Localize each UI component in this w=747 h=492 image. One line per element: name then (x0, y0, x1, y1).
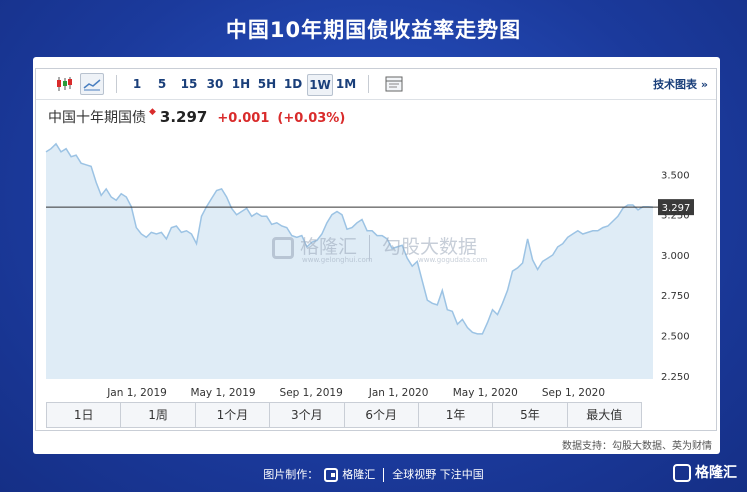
watermark-partner: 勾股大数据 (382, 236, 478, 258)
footer-slogan: 全球视野 下注中国 (392, 468, 484, 481)
chart-card: 1 5 15 30 1H 5H 1D 1W 1M 技术图表 » 中国十年期国债 ◆… (33, 57, 720, 454)
data-source: 数据支持：勾股大数据、英为财情 (562, 441, 712, 452)
y-tick-label: 3.250 (661, 211, 690, 222)
footer-made-by: 图片制作： (263, 468, 319, 481)
footer-logo-icon (324, 468, 339, 482)
y-tick-label: 2.500 (661, 332, 690, 343)
x-tick-label: Sep 1, 2019 (280, 387, 343, 399)
range-3m[interactable]: 3个月 (270, 403, 345, 427)
range-selector: 1日 1周 1个月 3个月 6个月 1年 5年 最大值 (46, 402, 642, 428)
y-tick-label: 2.250 (661, 372, 690, 383)
y-tick-label: 3.000 (661, 251, 690, 262)
range-6m[interactable]: 6个月 (345, 403, 419, 427)
watermark-brand: 格隆汇 (300, 236, 358, 258)
corner-logo: 格隆汇 (673, 462, 737, 482)
x-tick-label: May 1, 2020 (453, 387, 518, 399)
range-1w[interactable]: 1周 (121, 403, 196, 427)
x-tick-label: May 1, 2019 (190, 387, 255, 399)
watermark-brand-url: www.gelonghui.com (302, 256, 373, 264)
y-tick-label: 2.750 (661, 291, 690, 302)
corner-logo-text: 格隆汇 (695, 465, 737, 481)
x-tick-label: Sep 1, 2020 (542, 387, 605, 399)
footer-brand: 格隆汇 (342, 468, 376, 481)
page-title: 中国10年期国债收益率走势图 (225, 18, 522, 42)
chart-panel: 1 5 15 30 1H 5H 1D 1W 1M 技术图表 » 中国十年期国债 ◆… (35, 68, 717, 431)
range-1d[interactable]: 1日 (47, 403, 122, 427)
x-tick-label: Jan 1, 2020 (368, 387, 429, 399)
y-tick-label: 3.500 (661, 170, 690, 181)
range-1m[interactable]: 1个月 (196, 403, 271, 427)
range-max[interactable]: 最大值 (568, 403, 641, 427)
range-5y[interactable]: 5年 (493, 403, 568, 427)
corner-logo-icon (673, 464, 691, 482)
x-tick-label: Jan 1, 2019 (106, 387, 167, 399)
watermark: 格隆汇 勾股大数据 www.gelonghui.com www.gogudata.… (272, 232, 487, 264)
brand-logo-icon (272, 236, 294, 259)
watermark-partner-url: www.gogudata.com (418, 256, 488, 264)
footer: 图片制作： 格隆汇 全球视野 下注中国 (0, 466, 747, 486)
range-1y[interactable]: 1年 (419, 403, 494, 427)
